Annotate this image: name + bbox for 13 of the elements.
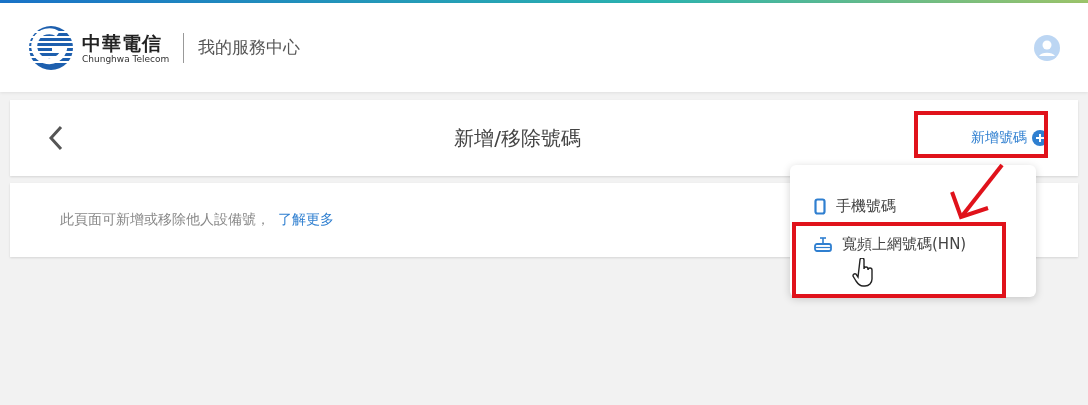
back-icon[interactable] bbox=[48, 125, 64, 151]
section-title: 我的服務中心 bbox=[198, 36, 301, 59]
phone-icon bbox=[814, 197, 826, 215]
router-icon bbox=[814, 236, 832, 252]
page-title: 新增/移除號碼 bbox=[453, 124, 582, 152]
menu-item[interactable]: 手機號碼 bbox=[790, 187, 1036, 225]
brand-name: 中華電信 bbox=[82, 31, 163, 54]
learn-more-link[interactable]: 了解更多 bbox=[278, 211, 334, 229]
hand-cursor-icon bbox=[852, 258, 873, 287]
info-text: 此頁面可新增或移除他人設備號， bbox=[60, 211, 270, 229]
logo-icon bbox=[28, 24, 74, 71]
brand-subtitle: Chunghwa Telecom bbox=[82, 53, 170, 64]
add-number-link[interactable]: 新增號碼 bbox=[971, 129, 1048, 147]
